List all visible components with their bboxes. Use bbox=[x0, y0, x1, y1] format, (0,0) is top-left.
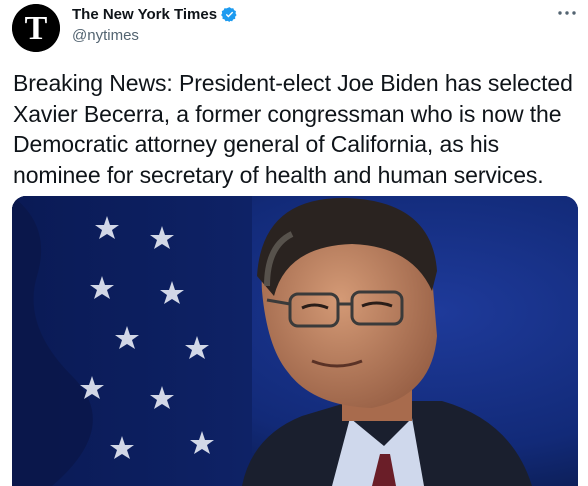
avatar[interactable]: T bbox=[12, 4, 60, 52]
tweet-text: Breaking News: President-elect Joe Biden… bbox=[13, 70, 573, 188]
svg-text:T: T bbox=[25, 10, 48, 47]
photo-illustration bbox=[12, 196, 578, 486]
tweet-card[interactable]: T The New York Times @nytimes Breaking N… bbox=[0, 0, 588, 486]
author-display-name[interactable]: The New York Times bbox=[72, 6, 217, 23]
nyt-logo-icon: T bbox=[12, 4, 60, 52]
verified-badge-icon bbox=[221, 7, 237, 22]
tweet-photo[interactable] bbox=[12, 196, 578, 486]
author-name-row: The New York Times bbox=[72, 6, 238, 23]
author-handle[interactable]: @nytimes bbox=[72, 27, 139, 44]
more-options-icon[interactable] bbox=[556, 6, 578, 20]
